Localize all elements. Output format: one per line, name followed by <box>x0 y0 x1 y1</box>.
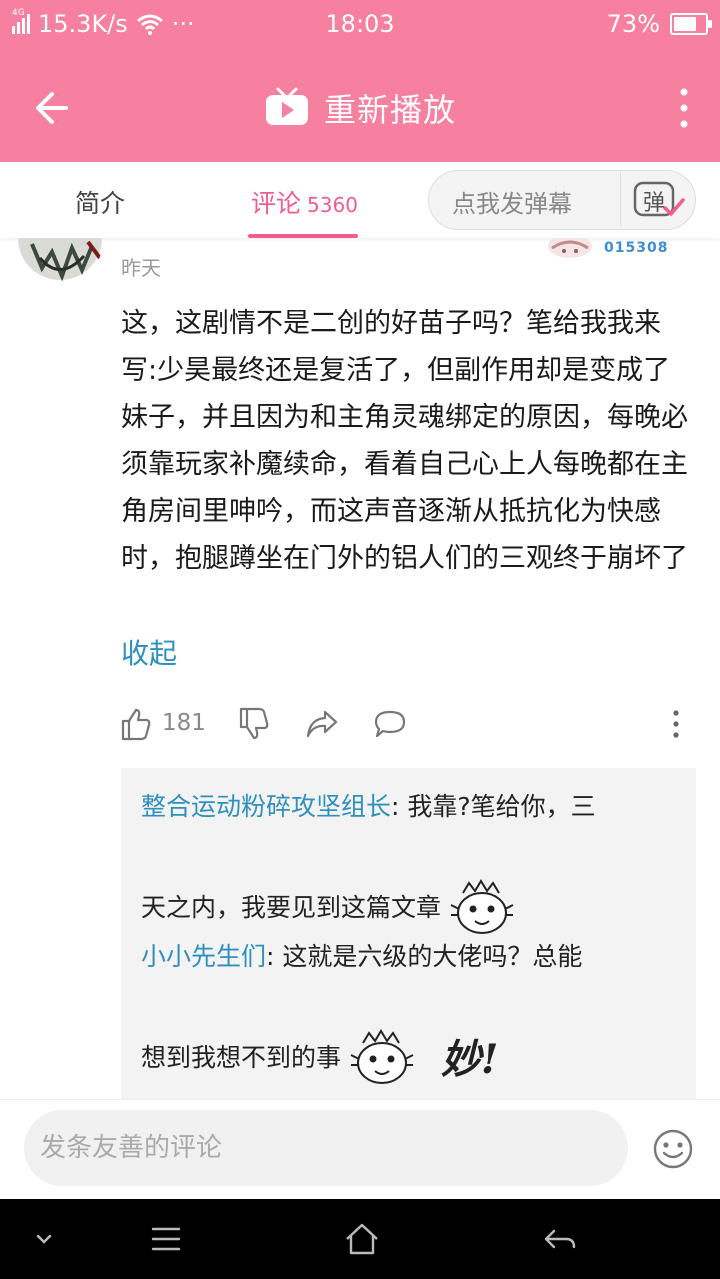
active-tab-indicator <box>248 234 358 238</box>
reply-separator: : <box>391 792 408 821</box>
comment-count: 5360 <box>307 193 358 217</box>
reply-username[interactable]: 整合运动粉碎攻坚组长 <box>141 792 391 821</box>
tab-comments[interactable]: 评论 5360 <box>251 184 358 220</box>
comment-time: 昨天 <box>121 256 161 280</box>
status-bar: 4G 15.3K/s ··· 18:03 73% <box>0 0 720 52</box>
more-vertical-icon[interactable] <box>674 82 694 134</box>
reply-list: 整合运动粉碎攻坚组长: 我靠?笔给你，三 天之内，我要见到这篇文章 小小先生们:… <box>121 768 696 1099</box>
fan-badge-avatar <box>546 238 594 258</box>
cat-face-emoji <box>450 879 514 934</box>
battery-icon <box>670 13 712 35</box>
thumbs-down-icon <box>239 707 269 740</box>
tv-play-icon <box>265 87 308 125</box>
app-header: 重新播放 <box>0 52 720 162</box>
back-icon[interactable] <box>540 1219 580 1259</box>
reply-text: 这就是六级的大佬吗？总能 <box>282 942 583 971</box>
thumbs-up-icon <box>121 708 151 741</box>
sticker-text: 妙! <box>440 1035 499 1083</box>
reply-username[interactable]: 小小先生们 <box>141 942 266 971</box>
reply-text: 想到我想不到的事 <box>141 1043 342 1072</box>
collapse-link[interactable]: 收起 <box>121 632 177 672</box>
battery-status: 73% <box>606 10 712 38</box>
danmaku-placeholder: 点我发弹幕 <box>452 190 572 218</box>
reply-separator: : <box>266 942 283 971</box>
system-nav-bar <box>0 1199 720 1279</box>
fan-badge-number: 015308 <box>604 240 669 256</box>
reply-item[interactable]: 小小先生们: 这就是六级的大佬吗？总能 想到我想不到的事 妙! <box>141 934 681 1089</box>
avatar-image <box>18 238 102 282</box>
comment-more-icon[interactable] <box>668 706 684 742</box>
comment-body: 这，这剧情不是二创的好苗子吗？笔给我我来写:少昊最终还是复活了，但副作用却是变成… <box>121 308 688 574</box>
header-title: 重新播放 <box>323 91 456 129</box>
tab-comments-label: 评论 <box>251 189 302 218</box>
danmaku-toggle-button[interactable]: 弹 <box>620 172 695 226</box>
home-icon[interactable] <box>342 1219 382 1259</box>
replay-button[interactable]: 重新播放 <box>0 82 720 134</box>
reply-item[interactable]: 整合运动粉碎攻坚组长: 我靠?笔给你，三 天之内，我要见到这篇文章 <box>141 784 681 939</box>
danmaku-button-label: 弹 <box>643 191 666 216</box>
reply-text: 我靠?笔给你，三 <box>407 792 596 821</box>
share-button[interactable] <box>305 706 339 742</box>
cat-face-emoji <box>350 1029 414 1084</box>
dislike-button[interactable] <box>238 706 270 742</box>
share-icon <box>306 710 338 738</box>
reply-text: 天之内，我要见到这篇文章 <box>141 893 442 922</box>
reply-button[interactable] <box>373 706 407 742</box>
chevron-down-icon[interactable] <box>24 1219 64 1259</box>
avatar[interactable] <box>18 238 102 284</box>
chat-bubble-icon <box>374 710 406 738</box>
battery-percent: 73% <box>606 10 660 38</box>
tab-intro[interactable]: 简介 <box>75 184 125 220</box>
like-button[interactable] <box>120 706 152 742</box>
comment-input[interactable] <box>24 1110 628 1186</box>
emoji-icon[interactable] <box>652 1128 694 1170</box>
like-count: 181 <box>162 710 206 736</box>
menu-icon[interactable] <box>146 1219 186 1259</box>
